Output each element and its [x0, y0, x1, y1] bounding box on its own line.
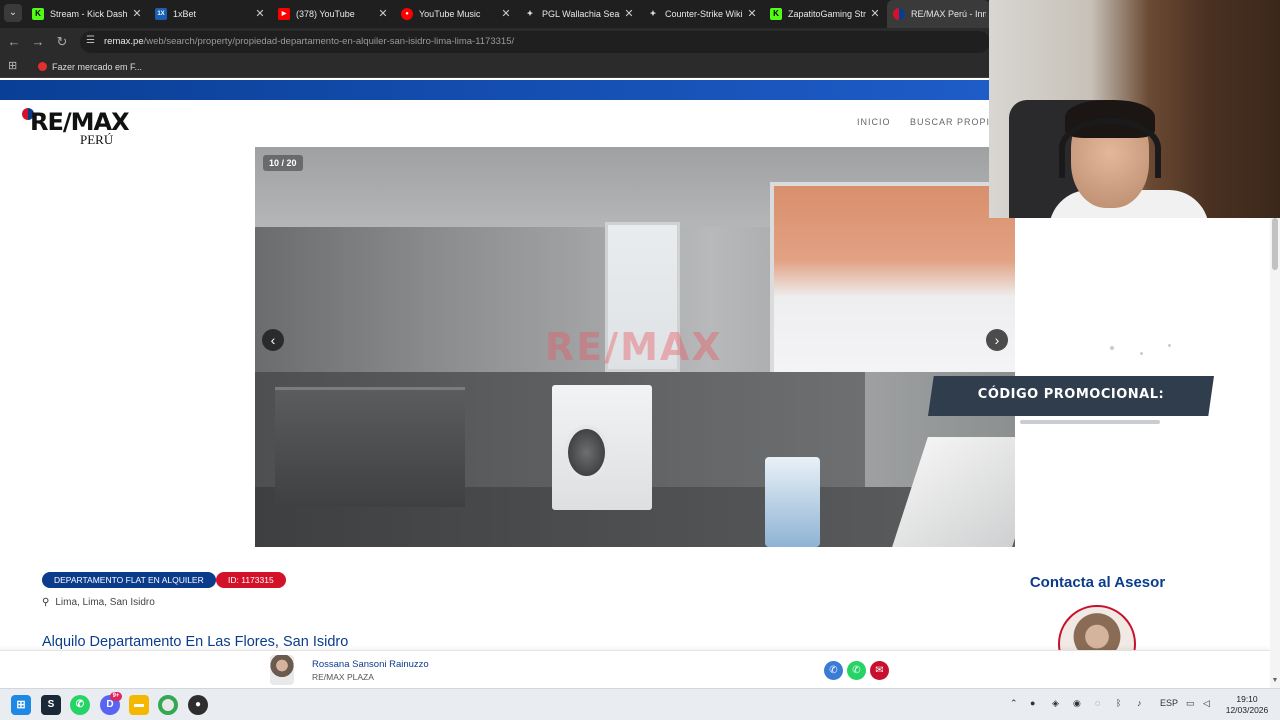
folder-icon[interactable]: ▬ — [129, 695, 149, 715]
remax-icon — [893, 8, 905, 20]
tray-steam-icon[interactable]: ◉ — [1073, 698, 1081, 709]
tab-1xbet[interactable]: 1X 1xBet ✕ — [149, 0, 271, 28]
webcam-overlay — [989, 0, 1280, 218]
whatsapp-icon[interactable]: ✆ — [70, 695, 90, 715]
nav-inicio[interactable]: INICIO — [857, 100, 891, 144]
kick-icon: K — [32, 8, 44, 20]
tab-remax-peru[interactable]: RE/MAX Perú - Inmo — [887, 0, 990, 28]
windows-start-icon[interactable]: ⊞ — [11, 695, 31, 715]
promo-splatter — [1020, 420, 1160, 424]
close-icon[interactable]: ✕ — [376, 0, 390, 28]
close-icon[interactable]: ✕ — [130, 0, 144, 28]
liquipedia-icon: ✦ — [649, 9, 657, 18]
1xbet-icon: 1X — [155, 8, 167, 20]
bookmarks-bar: ⊞ Fazer mercado em F... — [0, 56, 990, 78]
close-icon[interactable]: ✕ — [745, 0, 759, 28]
youtube-music-icon: ● — [401, 8, 413, 20]
url-text: remax.pe/web/search/property/propiedad-d… — [104, 36, 515, 47]
monitor-icon[interactable]: ▭ — [1186, 698, 1195, 709]
tab-youtube-music[interactable]: ● YouTube Music ✕ — [395, 0, 517, 28]
forward-icon[interactable]: → — [30, 34, 46, 50]
reload-icon[interactable]: ↻ — [54, 34, 70, 50]
property-image-carousel[interactable]: RE/MAX 10 / 20 ‹ › — [255, 147, 1015, 547]
close-icon[interactable]: ✕ — [253, 0, 267, 28]
photo-washing-machine — [552, 385, 652, 510]
youtube-icon: ▶ — [278, 8, 290, 20]
agent-office: RE/MAX PLAZA — [312, 672, 374, 682]
pgl-icon: ✦ — [526, 9, 534, 18]
steam-icon[interactable]: S — [41, 695, 61, 715]
promo-code-banner: CÓDIGO PROMOCIONAL: — [928, 376, 1214, 416]
back-icon[interactable]: ← — [6, 34, 22, 50]
photo-paint-bucket — [765, 457, 820, 547]
promo-splatter — [1110, 346, 1114, 350]
chrome-icon[interactable] — [158, 695, 178, 715]
remax-logo[interactable]: RE/MAX PERÚ — [22, 104, 132, 147]
promo-splatter — [1168, 344, 1171, 347]
email-button[interactable]: ✉ — [870, 661, 889, 680]
headset — [1059, 118, 1161, 178]
site-header: RE/MAX PERÚ INICIO BUSCAR PROPIEDADES — [0, 100, 990, 147]
carousel-next-button[interactable]: › — [986, 329, 1008, 351]
property-id-pill: ID: 1173315 — [216, 572, 286, 588]
nav-buscar-propiedades[interactable]: BUSCAR PROPIEDADES — [910, 100, 990, 144]
site-info-icon[interactable]: ☰ — [86, 35, 95, 46]
close-icon[interactable]: ✕ — [622, 0, 636, 28]
photo-window-right — [770, 182, 1015, 372]
remax-watermark: RE/MAX — [545, 325, 723, 369]
contact-agent-title: Contacta al Asesor — [1029, 574, 1166, 591]
scrollbar-thumb[interactable] — [1272, 218, 1278, 270]
tab-counter-strike-wiki[interactable]: ✦ Counter-Strike Wiki | ✕ — [641, 0, 763, 28]
volume-icon[interactable]: ◁ — [1203, 698, 1210, 709]
tab-pgl-wallachia[interactable]: ✦ PGL Wallachia Season ✕ — [518, 0, 640, 28]
property-type-pill: DEPARTAMENTO FLAT EN ALQUILER — [42, 572, 216, 588]
carousel-prev-button[interactable]: ‹ — [262, 329, 284, 351]
tray-expand-icon[interactable]: ⌃ — [1010, 698, 1018, 709]
bluetooth-icon[interactable]: ᛒ — [1116, 698, 1121, 708]
scroll-down-icon[interactable]: ▼ — [1271, 677, 1279, 684]
photo-counter — [892, 437, 1015, 547]
tab-youtube[interactable]: ▶ (378) YouTube ✕ — [272, 0, 394, 28]
promo-splatter — [1140, 352, 1143, 355]
page-scrollbar[interactable] — [1270, 218, 1280, 688]
apps-grid-icon[interactable]: ⊞ — [8, 61, 19, 72]
avatar[interactable] — [270, 655, 294, 685]
microphone-icon[interactable]: ♪ — [1137, 698, 1142, 708]
tab-zapatitogaming[interactable]: K ZapatitoGaming Stre ✕ — [764, 0, 886, 28]
whatsapp-button[interactable]: ✆ — [847, 661, 866, 680]
map-pin-icon: ⚲ — [42, 597, 50, 608]
phone-call-button[interactable]: ✆ — [824, 661, 843, 680]
system-clock[interactable]: 19:10 12/03/2026 — [1222, 694, 1272, 716]
agent-sticky-bar: Rossana Sansoni Rainuzzo RE/MAX PLAZA ✆ … — [0, 650, 1270, 688]
agent-name[interactable]: Rossana Sansoni Rainuzzo — [312, 659, 429, 670]
tab-search-button[interactable]: ⌄ — [4, 4, 22, 22]
washer-door — [564, 425, 609, 480]
top-blue-strip — [0, 80, 990, 100]
bookmark-item[interactable]: Fazer mercado em F... — [38, 56, 142, 78]
property-title: Alquilo Departamento En Las Flores, San … — [42, 634, 349, 650]
address-bar[interactable]: ☰ remax.pe/web/search/property/propiedad… — [80, 31, 990, 53]
photo-laundry-sink — [275, 387, 465, 507]
kick-icon: K — [770, 8, 782, 20]
tray-app-icon[interactable]: ● — [1030, 698, 1035, 708]
language-indicator[interactable]: ESP — [1160, 698, 1178, 708]
close-icon[interactable]: ✕ — [499, 0, 513, 28]
tray-shield-icon[interactable]: ◈ — [1052, 698, 1059, 709]
windows-taskbar: ⊞ S ✆ D 9+ ▬ ● ⌃ ● ◈ ◉ ◌ ᛒ ♪ ESP ▭ ◁ 19:… — [0, 688, 1280, 720]
discord-badge: 9+ — [110, 692, 122, 701]
bookmark-favicon-icon — [38, 62, 47, 71]
tab-kick-dashboard[interactable]: K Stream - Kick Dashboard ✕ — [26, 0, 148, 28]
browser-toolbar: ← → ↻ ☰ remax.pe/web/search/property/pro… — [0, 28, 990, 56]
tray-network-icon[interactable]: ◌ — [1095, 698, 1100, 708]
obs-icon[interactable]: ● — [188, 695, 208, 715]
close-icon[interactable]: ✕ — [868, 0, 882, 28]
image-counter: 10 / 20 — [263, 155, 303, 171]
property-location: ⚲ Lima, Lima, San Isidro — [42, 597, 155, 608]
